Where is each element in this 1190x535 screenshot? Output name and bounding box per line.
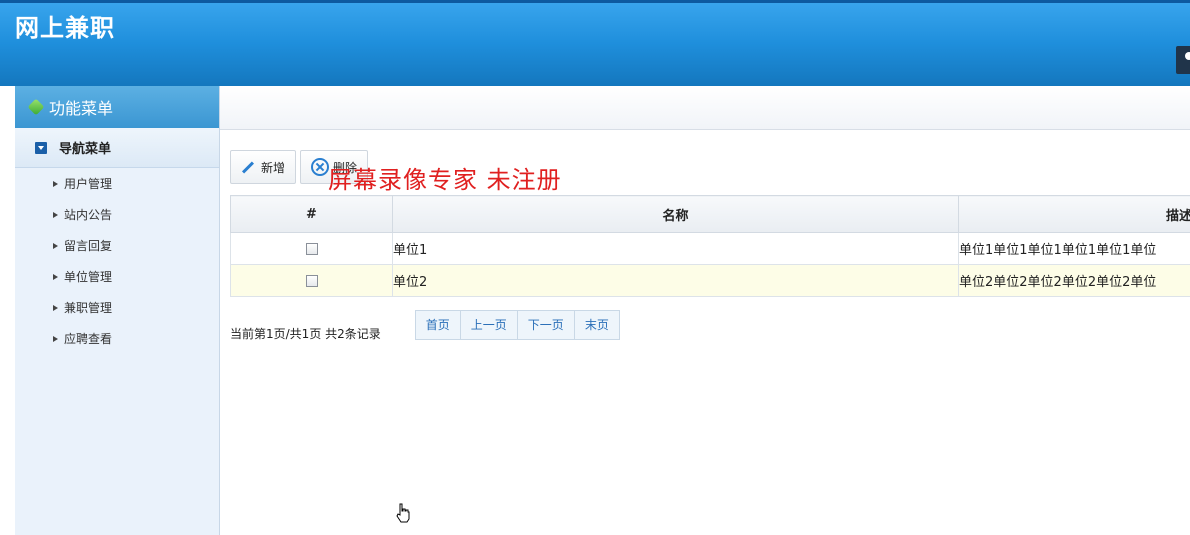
nav-group[interactable]: 导航菜单	[15, 128, 219, 168]
name-cell: 单位1	[392, 232, 959, 265]
sidebar-item-message-reply[interactable]: 留言回复	[15, 230, 219, 261]
sidebar-item-parttime-management[interactable]: 兼职管理	[15, 292, 219, 323]
column-header-name: 名称	[392, 195, 959, 233]
sidebar-item-label: 用户管理	[64, 177, 113, 191]
main-topbar	[220, 86, 1190, 130]
watermark: 屏幕录像专家 未注册	[328, 166, 562, 194]
header: 网上兼职	[0, 0, 1190, 86]
nav-group-label: 导航菜单	[59, 142, 112, 157]
sidebar-header-label: 功能菜单	[49, 99, 114, 118]
page: 网上兼职 功能菜单 导航菜单 用户管理 站内公告 留言回复 单位管理 兼职管理 …	[0, 0, 1190, 535]
arrow-right-icon	[53, 304, 58, 311]
data-table: # 名称 描述 单位1 单位1单位1单位1单位1单位1单位 单位2 单位2单位2…	[230, 195, 1190, 297]
sidebar-item-announcements[interactable]: 站内公告	[15, 199, 219, 230]
arrow-right-icon	[53, 335, 58, 342]
pager-buttons: 首页 上一页 下一页 末页	[414, 309, 620, 340]
table-header-row: # 名称 描述	[230, 195, 1190, 233]
row-select-cell	[230, 232, 393, 265]
column-header-desc: 描述	[958, 195, 1190, 233]
sidebar-item-applications[interactable]: 应聘查看	[15, 323, 219, 354]
arrow-right-icon	[53, 242, 58, 249]
sidebar: 功能菜单 导航菜单 用户管理 站内公告 留言回复 单位管理 兼职管理 应聘查看	[15, 86, 220, 535]
add-button[interactable]: 新增	[230, 150, 297, 184]
prev-page-button[interactable]: 上一页	[460, 309, 518, 340]
arrow-right-icon	[53, 180, 58, 187]
hand-cursor-icon	[396, 503, 410, 523]
gem-icon	[27, 98, 45, 116]
next-page-button[interactable]: 下一页	[517, 309, 575, 340]
table-row[interactable]: 单位1 单位1单位1单位1单位1单位1单位	[230, 232, 1190, 265]
column-header-index: #	[230, 195, 393, 233]
desc-cell: 单位2单位2单位2单位2单位2单位	[958, 264, 1190, 297]
checkbox[interactable]	[305, 242, 318, 255]
sidebar-header: 功能菜单	[15, 86, 219, 128]
expand-box-icon	[35, 141, 47, 154]
row-select-cell	[230, 264, 393, 297]
pager: 当前第1页/共1页 共2条记录 首页 上一页 下一页 末页	[230, 307, 620, 342]
first-page-button[interactable]: 首页	[414, 309, 461, 340]
pager-info: 当前第1页/共1页 共2条记录	[230, 327, 381, 341]
pencil-icon	[241, 160, 255, 174]
checkbox[interactable]	[305, 274, 318, 287]
add-button-label: 新增	[261, 160, 286, 175]
arrow-right-icon	[53, 273, 58, 280]
sidebar-item-label: 站内公告	[64, 208, 113, 222]
arrow-right-icon	[53, 211, 58, 218]
app-title: 网上兼职	[15, 14, 115, 42]
sidebar-item-label: 兼职管理	[64, 301, 113, 315]
top-strip	[0, 0, 1190, 3]
user-button[interactable]	[1176, 46, 1190, 74]
main-content: 新增 删除 # 名称 描述 单位1 单位1单位1单位1单位1单位1单位 单位2 …	[220, 86, 1190, 535]
sidebar-item-label: 单位管理	[64, 270, 113, 284]
sidebar-item-label: 留言回复	[64, 239, 113, 253]
table-row[interactable]: 单位2 单位2单位2单位2单位2单位2单位	[230, 264, 1190, 297]
desc-cell: 单位1单位1单位1单位1单位1单位	[958, 232, 1190, 265]
x-circle-icon	[311, 158, 330, 176]
user-icon	[1185, 52, 1190, 60]
name-cell: 单位2	[392, 264, 959, 297]
last-page-button[interactable]: 末页	[574, 309, 620, 340]
sidebar-item-company-management[interactable]: 单位管理	[15, 261, 219, 292]
sidebar-item-label: 应聘查看	[64, 332, 113, 346]
sidebar-item-user-management[interactable]: 用户管理	[15, 168, 219, 199]
